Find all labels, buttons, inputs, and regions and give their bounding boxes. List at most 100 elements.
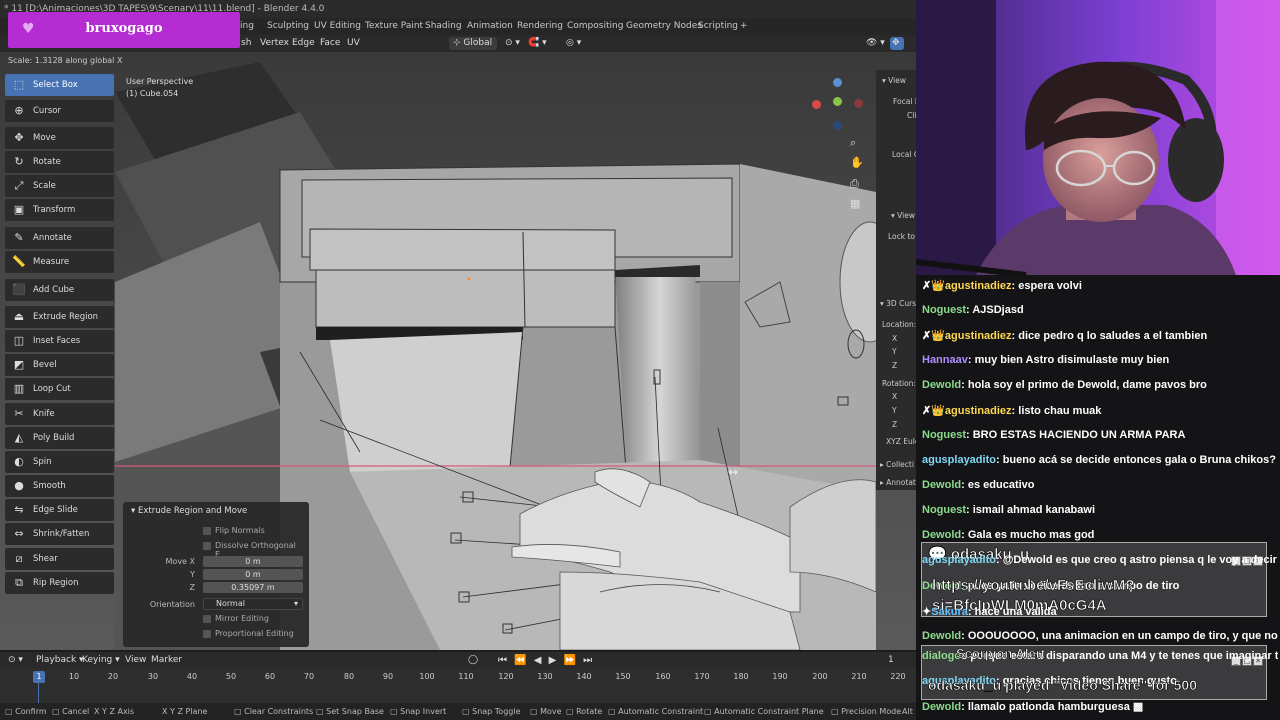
chat-username: Dewold: [922, 529, 962, 541]
status-clear-constraints: ▢ Clear Constraints: [234, 707, 314, 716]
gizmo-neg-x-icon[interactable]: [854, 99, 863, 108]
euler-select[interactable]: XYZ Eule: [886, 437, 919, 446]
chat-username: agusplayadito: [922, 554, 996, 566]
tool-add-cube[interactable]: ⬛ Add Cube: [5, 279, 114, 301]
frame-tick: 190: [772, 672, 788, 681]
mirror-editing-checkbox[interactable]: Mirror Editing: [203, 614, 269, 623]
tool-extrude-region[interactable]: ⏏ Extrude Region: [5, 306, 114, 328]
orientation-dropdown[interactable]: ⊹ Global ▾: [449, 37, 497, 61]
smooth-icon: ●: [14, 479, 24, 492]
grid-view-icon[interactable]: ▦: [850, 197, 860, 210]
panel-view-header[interactable]: ▾ View: [882, 76, 906, 85]
tool-label: Add Cube: [33, 285, 75, 295]
operator-panel-title[interactable]: ▾ Extrude Region and Move: [131, 506, 247, 516]
status-label: Snap Invert: [400, 707, 447, 716]
tab-sculpting[interactable]: Sculpting: [267, 18, 309, 35]
gizmo-neg-z-icon[interactable]: [833, 121, 842, 130]
status-label: Precision Mode: [841, 707, 902, 716]
camera-icon[interactable]: ⎙: [850, 177, 859, 191]
chat-text: ismail ahmad kanabawi: [972, 504, 1096, 516]
playhead[interactable]: 1: [33, 671, 45, 683]
chat-message: Noguest: ismail ahmad kanabawi: [922, 504, 1096, 516]
tool-annotate[interactable]: ✎ Annotate: [5, 227, 114, 249]
tab-texture-paint[interactable]: Texture Paint: [365, 18, 423, 35]
tab-uv-editing[interactable]: UV Editing: [314, 18, 361, 35]
tool-label: Select Box: [33, 80, 78, 90]
tool-edge-slide[interactable]: ⇋ Edge Slide: [5, 499, 114, 521]
move-z-field[interactable]: 0.35097 m: [203, 582, 303, 593]
tab-compositing[interactable]: Compositing: [567, 18, 623, 35]
tool-inset-faces[interactable]: ◫ Inset Faces: [5, 330, 114, 352]
gizmo-toggle-icon[interactable]: ✥: [890, 37, 904, 50]
tab-geometry-nodes[interactable]: Geometry Nodes: [626, 18, 702, 35]
zoom-icon[interactable]: ⌕: [850, 136, 856, 150]
menu-vertex[interactable]: Vertex: [260, 35, 289, 52]
flip-normals-checkbox[interactable]: Flip Normals: [203, 526, 265, 535]
gizmo-y-icon[interactable]: [833, 97, 842, 106]
tool-bevel[interactable]: ◩ Bevel: [5, 354, 114, 376]
move-x-field[interactable]: 0 m: [203, 556, 303, 567]
menu-mesh[interactable]: sh: [241, 35, 251, 52]
tool-measure[interactable]: 📏 Measure: [5, 251, 114, 273]
chat-text: AJSDjasd: [972, 304, 1024, 316]
menu-playback[interactable]: Playback ▾: [36, 652, 84, 669]
gizmo-x-icon[interactable]: [812, 100, 821, 109]
proportional-icon[interactable]: ◎ ▾: [566, 35, 581, 52]
panel-collection-header[interactable]: ▸ Collecti: [880, 460, 914, 469]
tool-smooth[interactable]: ● Smooth: [5, 475, 114, 497]
tab-animation[interactable]: Animation: [467, 18, 513, 35]
tool-scale[interactable]: ⤢ Scale: [5, 175, 114, 197]
tool-select-box[interactable]: ⬚ Select Box: [5, 74, 114, 96]
tool-label: Shrink/Fatten: [33, 529, 90, 539]
current-frame-field[interactable]: 1: [888, 652, 894, 669]
orientation-select[interactable]: Normal ▾: [203, 598, 303, 610]
editor-type-icon[interactable]: ⊙ ▾: [8, 652, 23, 669]
pan-hand-icon[interactable]: ✋: [850, 156, 864, 169]
menu-face[interactable]: Face: [320, 35, 340, 52]
menu-edge[interactable]: Edge: [292, 35, 315, 52]
menu-view[interactable]: View: [125, 652, 146, 669]
gizmo-z-icon[interactable]: [833, 78, 842, 87]
tool-transform[interactable]: ▣ Transform: [5, 199, 114, 221]
chat-text: hola soy el primo de Dewold, dame pavos …: [967, 379, 1207, 391]
menu-keying[interactable]: Keying ▾: [82, 652, 120, 669]
tool-rip-region[interactable]: ⧉ Rip Region: [5, 572, 114, 594]
add-workspace-button[interactable]: +: [740, 18, 748, 35]
tool-poly-build[interactable]: ◭ Poly Build: [5, 427, 114, 449]
panel-view-lock-header[interactable]: ▾ View: [891, 211, 915, 220]
tool-rotate[interactable]: ↻ Rotate: [5, 151, 114, 173]
move-y-label: Y: [190, 570, 195, 579]
alert-link[interactable]: https://youtu.be/vFsEcliwM?: [932, 577, 1135, 595]
rotate-icon: ↻: [14, 155, 24, 168]
pivot-icon[interactable]: ⊙ ▾: [505, 35, 520, 52]
menu-marker[interactable]: Marker: [151, 652, 182, 669]
snap-icon[interactable]: 🧲 ▾: [528, 35, 547, 52]
tab-scripting[interactable]: Scripting: [698, 18, 738, 35]
proportional-editing-checkbox[interactable]: Proportional Editing: [203, 629, 294, 638]
tool-knife[interactable]: ✂ Knife: [5, 403, 114, 425]
tab-rendering[interactable]: Rendering: [517, 18, 563, 35]
tool-label: Loop Cut: [33, 384, 71, 394]
tool-label: Cursor: [33, 106, 61, 116]
tool-shear[interactable]: ⧄ Shear: [5, 548, 114, 570]
tool-shrink-fatten[interactable]: ⇔ Shrink/Fatten: [5, 523, 114, 545]
tool-loop-cut[interactable]: ▥ Loop Cut: [5, 378, 114, 400]
record-icon[interactable]: ◯: [468, 652, 478, 669]
location-label: Location:: [882, 320, 917, 329]
tool-move[interactable]: ✥ Move: [5, 127, 114, 149]
chat-username: agustinadiez: [944, 330, 1012, 342]
tool-spin[interactable]: ◐ Spin: [5, 451, 114, 473]
tab-layout[interactable]: ing: [240, 18, 254, 35]
playback-controls[interactable]: ⏮ ⏪ ◀ ▶ ⏩ ⏭: [498, 652, 594, 669]
panel-3d-cursor-header[interactable]: ▾ 3D Curs: [880, 299, 916, 308]
chat-message: Noguest: AJSDjasd: [922, 304, 1024, 316]
menu-uv[interactable]: UV: [347, 35, 360, 52]
tool-cursor[interactable]: ⊕ Cursor: [5, 100, 114, 122]
tab-shading[interactable]: Shading: [425, 18, 462, 35]
visibility-icon[interactable]: 👁 ▾: [866, 35, 885, 52]
move-y-field[interactable]: 0 m: [203, 569, 303, 580]
status-bar: ▢ Confirm ▢ Cancel X Y Z Axis X Y Z Plan…: [0, 703, 916, 720]
panel-annotations-header[interactable]: ▸ Annotat: [880, 478, 916, 487]
frame-tick: 50: [225, 672, 237, 681]
frame-tick: 10: [68, 672, 80, 681]
